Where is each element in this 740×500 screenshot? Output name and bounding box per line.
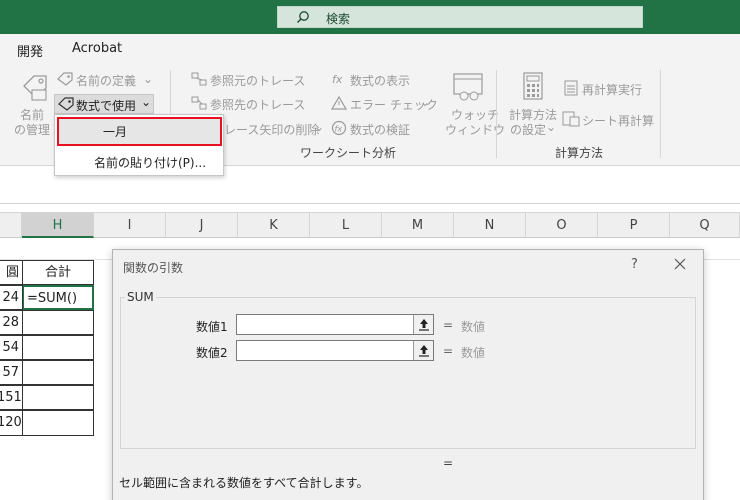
cell-h-empty[interactable] (22, 310, 94, 335)
arg-label-number2: 数値2 (196, 346, 228, 360)
watch-window-icon (453, 73, 483, 101)
collapse-arrow-icon (419, 319, 429, 331)
column-header-k[interactable]: K (238, 213, 310, 238)
cell-g-value[interactable]: 24 (0, 285, 23, 310)
calc-now-icon (564, 80, 578, 96)
arg-equals: = (443, 318, 454, 332)
column-headers: H I J K L M N O P Q (0, 212, 740, 238)
name-manager-line2[interactable]: の管理 (14, 121, 50, 138)
function-description: セル範囲に含まれる数値をすべて合計します。 (119, 476, 369, 490)
column-header-h[interactable]: H (22, 213, 94, 238)
use-in-formula-menu: 一月 名前の貼り付け(P)... (54, 114, 224, 176)
column-header-g[interactable] (0, 213, 22, 238)
column-header-l[interactable]: L (310, 213, 382, 238)
title-bar: 検索 (0, 0, 740, 34)
cell-h-formula[interactable]: =SUM() (22, 285, 94, 310)
search-icon (297, 11, 309, 23)
chevron-down-icon: ⌄ (143, 72, 154, 86)
calc-options-line2[interactable]: の設定 (510, 121, 546, 138)
trace-dependents-button[interactable]: 参照先のトレース (210, 96, 305, 113)
arg-label-number1: 数値1 (196, 320, 228, 334)
column-header-j[interactable]: J (166, 213, 238, 238)
trace-dependents-icon (191, 96, 207, 110)
excel-window: 検索 開発 Acrobat 名前 の管理 名前の定義 ⌄ 数式で使用 ⌄ 参照元… (0, 0, 740, 500)
evaluate-formula-button[interactable]: 数式の検証 (350, 121, 410, 138)
arg-input-number2[interactable] (236, 340, 434, 361)
divider (660, 70, 661, 158)
chevron-down-icon: ⌄ (141, 95, 152, 109)
define-name-icon (57, 72, 73, 86)
chevron-down-icon: ⌄ (314, 120, 325, 134)
divider (496, 70, 497, 158)
ribbon-tabs: 開発 Acrobat (0, 34, 740, 64)
search-box[interactable]: 検索 (277, 6, 643, 28)
dialog-help-button[interactable]: ? (631, 257, 638, 272)
result-equals: = (443, 456, 454, 470)
svg-text:fx: fx (335, 125, 343, 134)
close-icon[interactable] (671, 255, 689, 273)
cell-h-empty[interactable] (22, 385, 94, 410)
tab-acrobat[interactable]: Acrobat (72, 41, 122, 56)
show-formulas-button[interactable]: 数式の表示 (350, 72, 410, 89)
column-header-m[interactable]: M (382, 213, 454, 238)
use-in-formula-label: 数式で使用 (76, 99, 137, 113)
menu-item-paste-names[interactable]: 名前の貼り付け(P)... (94, 154, 206, 171)
cell-g-value[interactable]: 120 (0, 410, 23, 436)
cell-h-header[interactable]: 合計 (22, 260, 94, 285)
cell-h-empty[interactable] (22, 410, 94, 436)
arg-result-number2: 数値 (461, 346, 486, 360)
trace-precedents-button[interactable]: 参照元のトレース (210, 72, 305, 89)
trace-precedents-icon (191, 72, 207, 86)
cell-g-header[interactable]: 圓 (0, 260, 23, 285)
chevron-down-icon: ⌄ (546, 120, 557, 134)
cell-g-value[interactable]: 151 (0, 385, 23, 410)
tag-icon (58, 97, 74, 111)
chevron-down-icon: ⌄ (420, 95, 431, 109)
evaluate-formula-icon: fx (331, 120, 347, 136)
error-check-icon (331, 96, 347, 110)
collapse-dialog-button[interactable] (413, 341, 433, 360)
show-formulas-icon: fx (332, 73, 343, 86)
remove-arrows-button[interactable]: レース矢印の削除 (224, 121, 319, 138)
arg-equals: = (443, 344, 454, 358)
column-header-p[interactable]: P (598, 213, 670, 238)
calc-sheet-icon (562, 111, 580, 127)
collapse-dialog-button[interactable] (413, 315, 433, 334)
group-label-calc: 計算方法 (555, 146, 604, 160)
svg-text:fx: fx (332, 73, 343, 86)
calc-now-button[interactable]: 再計算実行 (582, 81, 642, 98)
group-label-audit: ワークシート分析 (300, 146, 397, 160)
column-header-o[interactable]: O (526, 213, 598, 238)
column-header-q[interactable]: Q (670, 213, 740, 238)
calc-sheet-button[interactable]: シート再計算 (582, 112, 654, 129)
dialog-title: 関数の引数 (123, 261, 184, 275)
cell-h-empty[interactable] (22, 360, 94, 385)
cell-g-value[interactable]: 28 (0, 310, 23, 335)
cell-g-value[interactable]: 57 (0, 360, 23, 385)
search-placeholder: 検索 (326, 12, 351, 26)
arg-input-number1[interactable] (236, 314, 434, 335)
function-arguments-dialog: 関数の引数 ? SUM 数値1 = 数値 数値2 = 数値 = セル範囲に含まれ… (112, 249, 704, 500)
calculator-icon (523, 72, 543, 100)
name-manager-icon (23, 75, 47, 101)
define-name-button[interactable]: 名前の定義 (76, 72, 136, 89)
menu-item-ichigatsu[interactable]: 一月 (103, 123, 127, 140)
cell-g-value[interactable]: 54 (0, 335, 23, 360)
tab-developer[interactable]: 開発 (17, 41, 43, 60)
collapse-arrow-icon (419, 345, 429, 357)
column-header-n[interactable]: N (454, 213, 526, 238)
use-in-formula-button[interactable]: 数式で使用 ⌄ (54, 94, 154, 114)
menu-item-highlight (57, 117, 222, 146)
column-header-i[interactable]: I (94, 213, 166, 238)
function-name: SUM (125, 290, 156, 304)
arg-result-number1: 数値 (461, 320, 486, 334)
cell-h-empty[interactable] (22, 335, 94, 360)
